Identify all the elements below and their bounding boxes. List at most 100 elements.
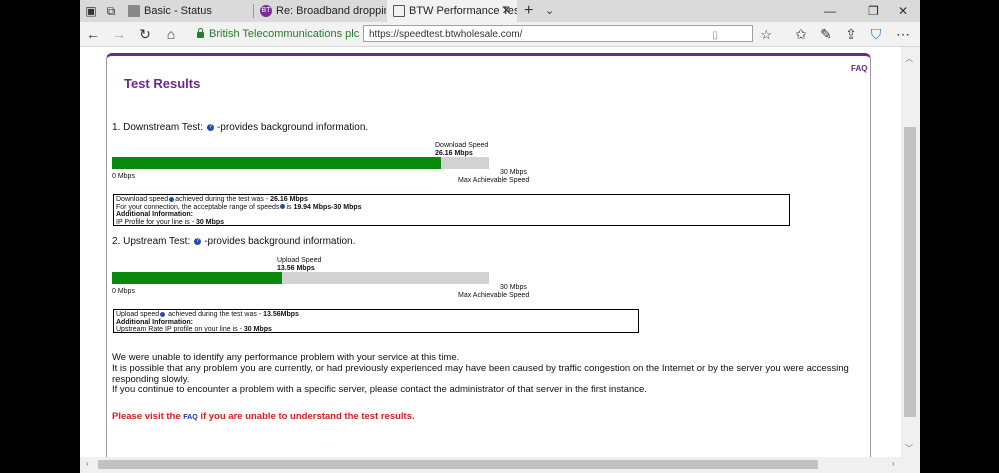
- upload-min-label: 0 Mbps: [112, 288, 135, 295]
- horizontal-scroll-thumb[interactable]: [98, 460, 818, 469]
- info-text: For your connection, the acceptable rang…: [116, 203, 280, 211]
- scroll-left-icon[interactable]: ‹: [86, 459, 89, 468]
- upload-speed-bar: [112, 272, 489, 284]
- download-range-line: For your connection, the acceptable rang…: [116, 204, 787, 212]
- url-text: https://speedtest.btwholesale.com/: [369, 29, 523, 40]
- results-panel: [106, 53, 871, 457]
- faq-link[interactable]: FAQ: [851, 64, 867, 73]
- web-page: FAQ Test Results 1. Downstream Test:? -pr…: [80, 47, 901, 457]
- certificate-indicator[interactable]: British Telecommunications plc [GB]: [197, 26, 384, 42]
- back-icon[interactable]: ←: [84, 25, 102, 43]
- forward-icon[interactable]: →: [110, 25, 128, 43]
- download-speed-bar-fill: [112, 157, 441, 169]
- upload-speed-result: 13.56Mbps: [263, 311, 299, 318]
- tab-title: Re: Broadband dropping ou: [276, 5, 386, 17]
- info-icon[interactable]: [280, 204, 286, 210]
- acceptable-range-value: 19.94 Mbps-30 Mbps: [293, 203, 362, 211]
- result-message-1: We were unable to identify any performan…: [112, 352, 460, 363]
- restore-icon[interactable]: ❐: [868, 0, 879, 22]
- new-tab-icon[interactable]: +: [524, 0, 533, 22]
- tab-actions-icon[interactable]: ▣: [84, 4, 98, 18]
- certificate-name: British Telecommunications plc [GB]: [209, 28, 385, 40]
- download-speed-value: 26.16 Mbps: [435, 150, 473, 157]
- downstream-heading: 1. Downstream Test:? -provides background…: [112, 122, 368, 133]
- tab-basic-status[interactable]: Basic - Status: [122, 0, 252, 22]
- upload-speed-label: Upload Speed: [277, 257, 322, 264]
- info-text: achieved during the test was -: [175, 196, 271, 203]
- download-max-label: Max Achievable Speed: [458, 177, 530, 184]
- more-icon[interactable]: ⋯: [894, 25, 912, 43]
- additional-info-heading: Additional Information:: [116, 318, 193, 326]
- faq-inline-link[interactable]: FAQ: [183, 414, 197, 421]
- upload-speed-bar-fill: [112, 272, 283, 284]
- minimize-icon[interactable]: —: [824, 0, 836, 22]
- download-info-line: Download speed achieved during the test w…: [116, 196, 787, 204]
- close-tab-icon[interactable]: ✕: [502, 0, 511, 22]
- upload-max-label: Max Achievable Speed: [458, 292, 530, 299]
- tab-title: Basic - Status: [144, 5, 212, 17]
- upstream-info-text: -provides background information.: [204, 236, 356, 247]
- upload-speed-caption: Upload Speed 13.56 Mbps: [277, 257, 321, 273]
- scroll-right-icon[interactable]: ›: [892, 459, 895, 468]
- upstream-heading-text: 2. Upstream Test:: [112, 236, 191, 247]
- shield-extension-icon[interactable]: ⛉: [867, 25, 885, 43]
- info-text: achieved during the test was -: [166, 311, 264, 318]
- downstream-heading-text: 1. Downstream Test:: [112, 122, 203, 133]
- upload-max-value: 30 Mbps: [500, 284, 527, 291]
- address-bar[interactable]: https://speedtest.btwholesale.com/ ▯ ☆: [363, 25, 772, 44]
- tab-broadband-dropping[interactable]: BT Re: Broadband dropping ou: [254, 0, 386, 22]
- info-icon[interactable]: ?: [206, 123, 214, 131]
- set-aside-tabs-icon[interactable]: ⧉: [104, 4, 118, 18]
- download-speed-bar: [112, 157, 489, 169]
- scroll-up-icon[interactable]: ︿: [905, 53, 913, 64]
- lock-icon: [197, 28, 204, 38]
- upstream-profile-value: 30 Mbps: [243, 326, 272, 333]
- additional-info-line: Additional Information:: [116, 319, 636, 327]
- page-title: Test Results: [124, 76, 201, 91]
- info-text: Upstream Rate IP profile on your line is…: [116, 326, 244, 333]
- result-message-3: If you continue to encounter a problem w…: [112, 384, 647, 395]
- page-icon: [393, 5, 405, 17]
- vertical-scrollbar[interactable]: ︿ ﹀: [901, 47, 920, 457]
- download-speed-label: Download Speed: [435, 142, 489, 149]
- scroll-down-icon[interactable]: ﹀: [905, 443, 913, 454]
- faq-notice: Please visit the FAQ if you are unable t…: [112, 411, 415, 422]
- document-icon: [128, 5, 140, 17]
- faq-notice-text: Please visit the: [112, 411, 184, 422]
- download-speed-result: 26.16 Mbps: [270, 196, 308, 203]
- info-icon[interactable]: ?: [194, 237, 202, 245]
- favorites-list-icon[interactable]: ✩: [792, 25, 810, 43]
- browser-window: ▣ ⧉ Basic - Status BT Re: Broadband drop…: [80, 0, 920, 473]
- tab-list-chevron-icon[interactable]: ⌄: [545, 0, 554, 22]
- navigation-bar: ← → ↻ ⌂ British Telecommunications plc […: [80, 22, 920, 47]
- download-min-label: 0 Mbps: [112, 173, 135, 180]
- reading-view-icon[interactable]: ▯: [712, 27, 718, 44]
- ip-profile-line: IP Profile for your line is - 30 Mbps: [116, 219, 787, 227]
- refresh-icon[interactable]: ↻: [136, 25, 154, 43]
- bt-icon: BT: [260, 5, 272, 17]
- horizontal-scrollbar[interactable]: ‹ ›: [80, 457, 920, 473]
- result-message-2: It is possible that any problem you are …: [112, 363, 849, 385]
- upstream-heading: 2. Upstream Test:? -provides background i…: [112, 236, 355, 247]
- upload-speed-value: 13.56 Mbps: [277, 265, 315, 272]
- additional-info-line: Additional Information:: [116, 211, 787, 219]
- share-icon[interactable]: ⇪: [842, 25, 860, 43]
- favorite-star-icon[interactable]: ☆: [760, 26, 772, 43]
- home-icon[interactable]: ⌂: [162, 25, 180, 43]
- tab-btw-performance-test[interactable]: BTW Performance Test ✕: [387, 0, 517, 22]
- vertical-scroll-thumb[interactable]: [904, 127, 916, 417]
- additional-info-heading: Additional Information:: [116, 211, 193, 218]
- info-text: Upload speed: [116, 311, 160, 318]
- upload-info-line: Upload speed achieved during the test wa…: [116, 311, 636, 319]
- window-close-icon[interactable]: ✕: [898, 0, 908, 22]
- info-icon[interactable]: [160, 311, 166, 317]
- tab-strip: ▣ ⧉ Basic - Status BT Re: Broadband drop…: [80, 0, 920, 22]
- faq-notice-text-end: if you are unable to understand the test…: [197, 411, 415, 422]
- info-text: Download speed: [116, 196, 169, 203]
- pen-icon[interactable]: ✎: [817, 25, 835, 43]
- info-icon[interactable]: [169, 196, 175, 202]
- info-text: IP Profile for your line is -: [116, 218, 197, 226]
- download-max-value: 30 Mbps: [500, 169, 527, 176]
- download-speed-caption: Download Speed 26.16 Mbps: [435, 142, 488, 158]
- upstream-profile-line: Upstream Rate IP profile on your line is…: [116, 326, 636, 334]
